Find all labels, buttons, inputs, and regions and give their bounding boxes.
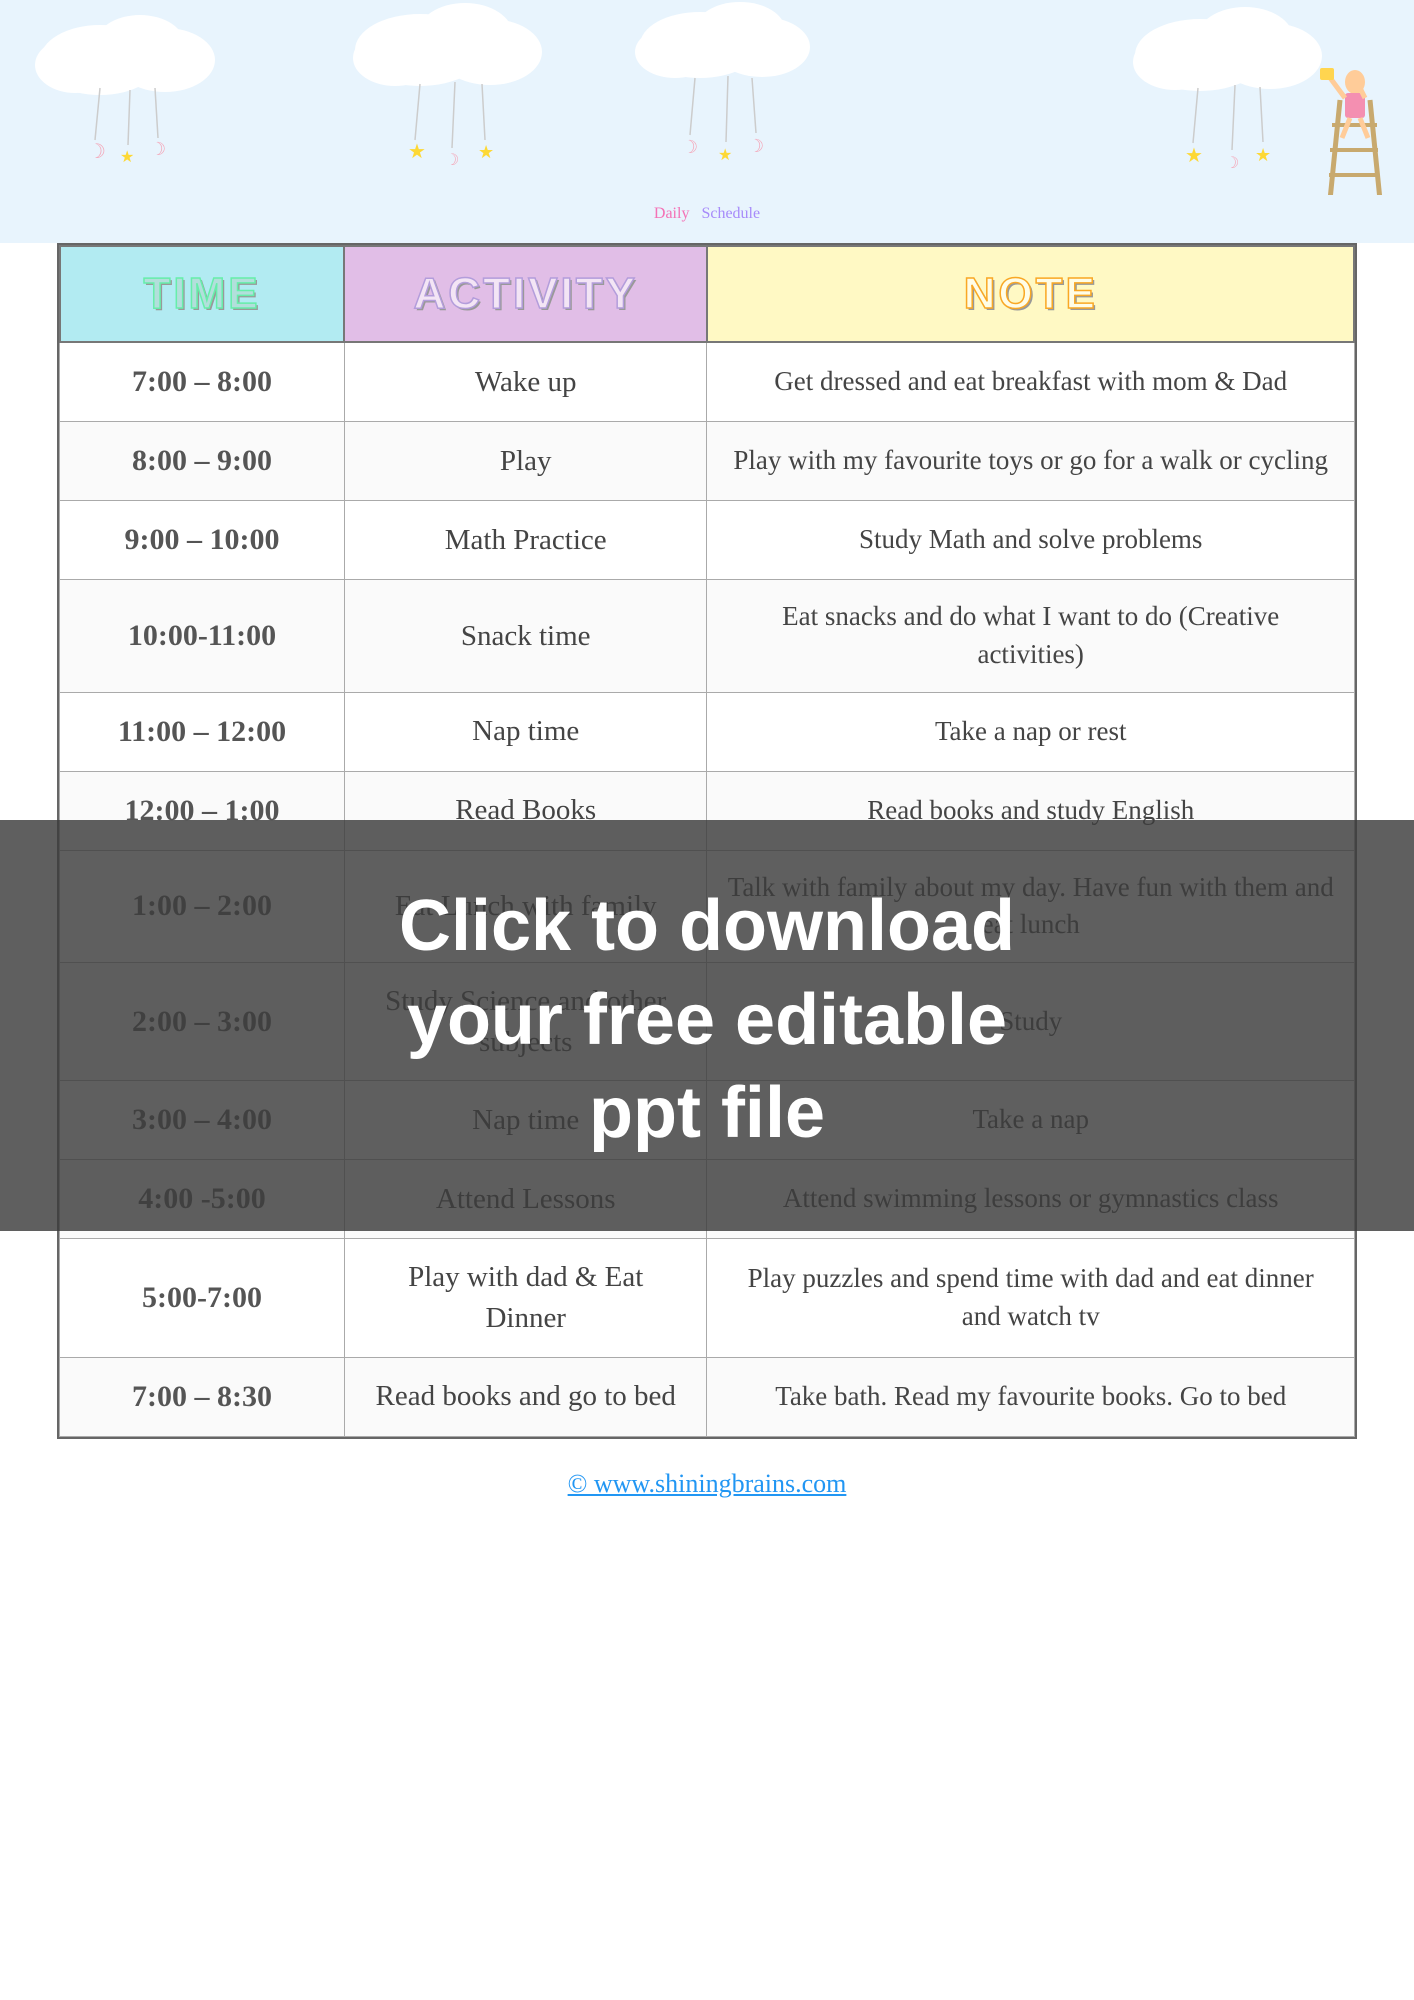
watermark-line1: Click to download [40,880,1374,974]
table-row: 8:00 – 9:00PlayPlay with my favourite to… [60,422,1355,501]
time-cell: 7:00 – 8:30 [60,1357,345,1436]
activity-cell: Play with dad & Eat Dinner [344,1239,707,1357]
note-cell: Eat snacks and do what I want to do (Cre… [707,580,1354,693]
svg-text:☽: ☽ [150,139,166,159]
time-cell: 10:00-11:00 [60,580,345,693]
table-row: 7:00 – 8:00Wake upGet dressed and eat br… [60,342,1355,422]
note-cell: Get dressed and eat breakfast with mom &… [707,342,1354,422]
activity-cell: Nap time [344,692,707,771]
note-cell: Study Math and solve problems [707,501,1354,580]
svg-text:☽: ☽ [748,136,764,156]
note-cell: Take bath. Read my favourite books. Go t… [707,1357,1354,1436]
activity-cell: Snack time [344,580,707,693]
page-wrapper: ☽ ★ ☽ ★ ☽ ★ ☽ ★ ☽ [0,0,1414,2000]
activity-cell: Read books and go to bed [344,1357,707,1436]
time-cell: 8:00 – 9:00 [60,422,345,501]
note-cell: Play puzzles and spend time with dad and… [707,1239,1354,1357]
svg-text:★: ★ [1185,145,1203,167]
activity-cell: Play [344,422,707,501]
time-cell: 5:00-7:00 [60,1239,345,1357]
website-link[interactable]: © www.shiningbrains.com [568,1469,847,1498]
header-activity: ACTIVITY [344,246,707,342]
note-cell: Play with my favourite toys or go for a … [707,422,1354,501]
title-schedule: Schedule [701,205,760,222]
activity-cell: Wake up [344,342,707,422]
watermark-overlay[interactable]: Click to download your free editable ppt… [0,820,1414,1231]
header-note: NOTE [707,246,1354,342]
time-cell: 7:00 – 8:00 [60,342,345,422]
footer: © www.shiningbrains.com [568,1469,847,1499]
decorative-header: ☽ ★ ☽ ★ ☽ ★ ☽ ★ ☽ [0,0,1414,200]
svg-text:★: ★ [718,147,732,164]
svg-text:☽: ☽ [1225,155,1239,172]
svg-text:☽: ☽ [682,137,698,157]
title-section: Daily Schedule [0,195,1414,243]
table-row: 7:00 – 8:30Read books and go to bedTake … [60,1357,1355,1436]
svg-text:☽: ☽ [445,152,459,169]
time-cell: 9:00 – 10:00 [60,501,345,580]
watermark-line2: your free editable [40,974,1374,1068]
svg-text:★: ★ [120,149,134,166]
svg-text:★: ★ [478,142,494,162]
watermark-line3: ppt file [40,1067,1374,1161]
header-time: TIME [60,246,345,342]
title-daily: Daily [654,205,690,222]
time-cell: 11:00 – 12:00 [60,692,345,771]
svg-text:★: ★ [408,141,426,163]
table-row: 5:00-7:00Play with dad & Eat DinnerPlay … [60,1239,1355,1357]
table-row: 9:00 – 10:00Math PracticeStudy Math and … [60,501,1355,580]
table-header-row: TIME ACTIVITY NOTE [60,246,1355,342]
activity-cell: Math Practice [344,501,707,580]
table-row: 11:00 – 12:00Nap timeTake a nap or rest [60,692,1355,771]
svg-text:☽: ☽ [88,141,106,163]
svg-text:★: ★ [1255,145,1271,165]
note-cell: Take a nap or rest [707,692,1354,771]
table-row: 10:00-11:00Snack timeEat snacks and do w… [60,580,1355,693]
